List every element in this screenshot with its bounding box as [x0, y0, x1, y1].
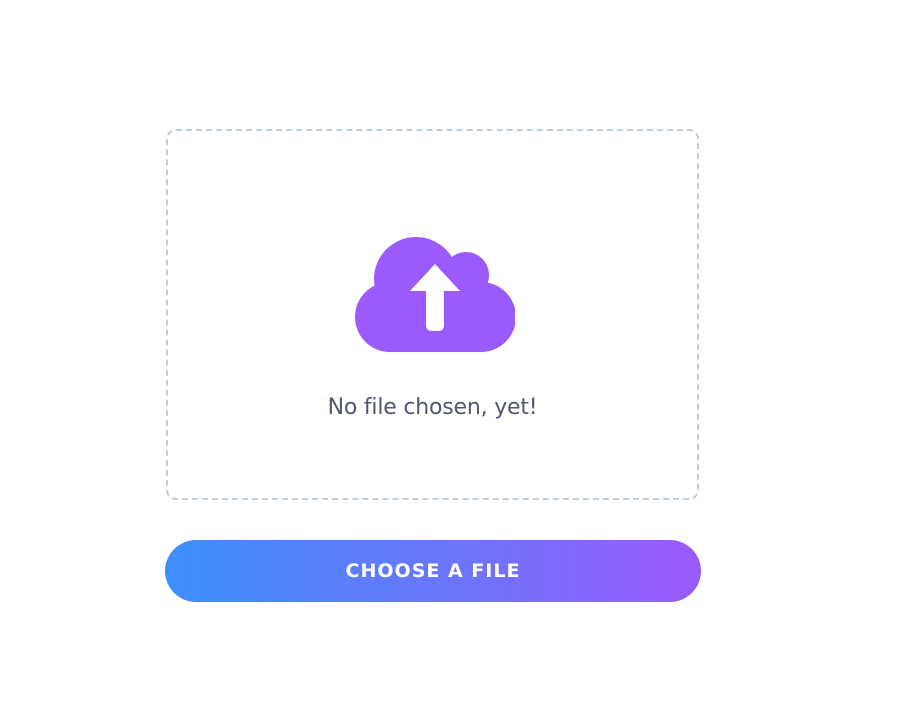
- choose-file-button[interactable]: CHOOSE A FILE: [165, 540, 701, 602]
- file-dropzone[interactable]: No file chosen, yet!: [166, 129, 699, 500]
- file-status-text: No file chosen, yet!: [327, 395, 538, 420]
- cloud-upload-icon: [355, 237, 515, 352]
- upload-page: No file chosen, yet! CHOOSE A FILE: [0, 0, 913, 720]
